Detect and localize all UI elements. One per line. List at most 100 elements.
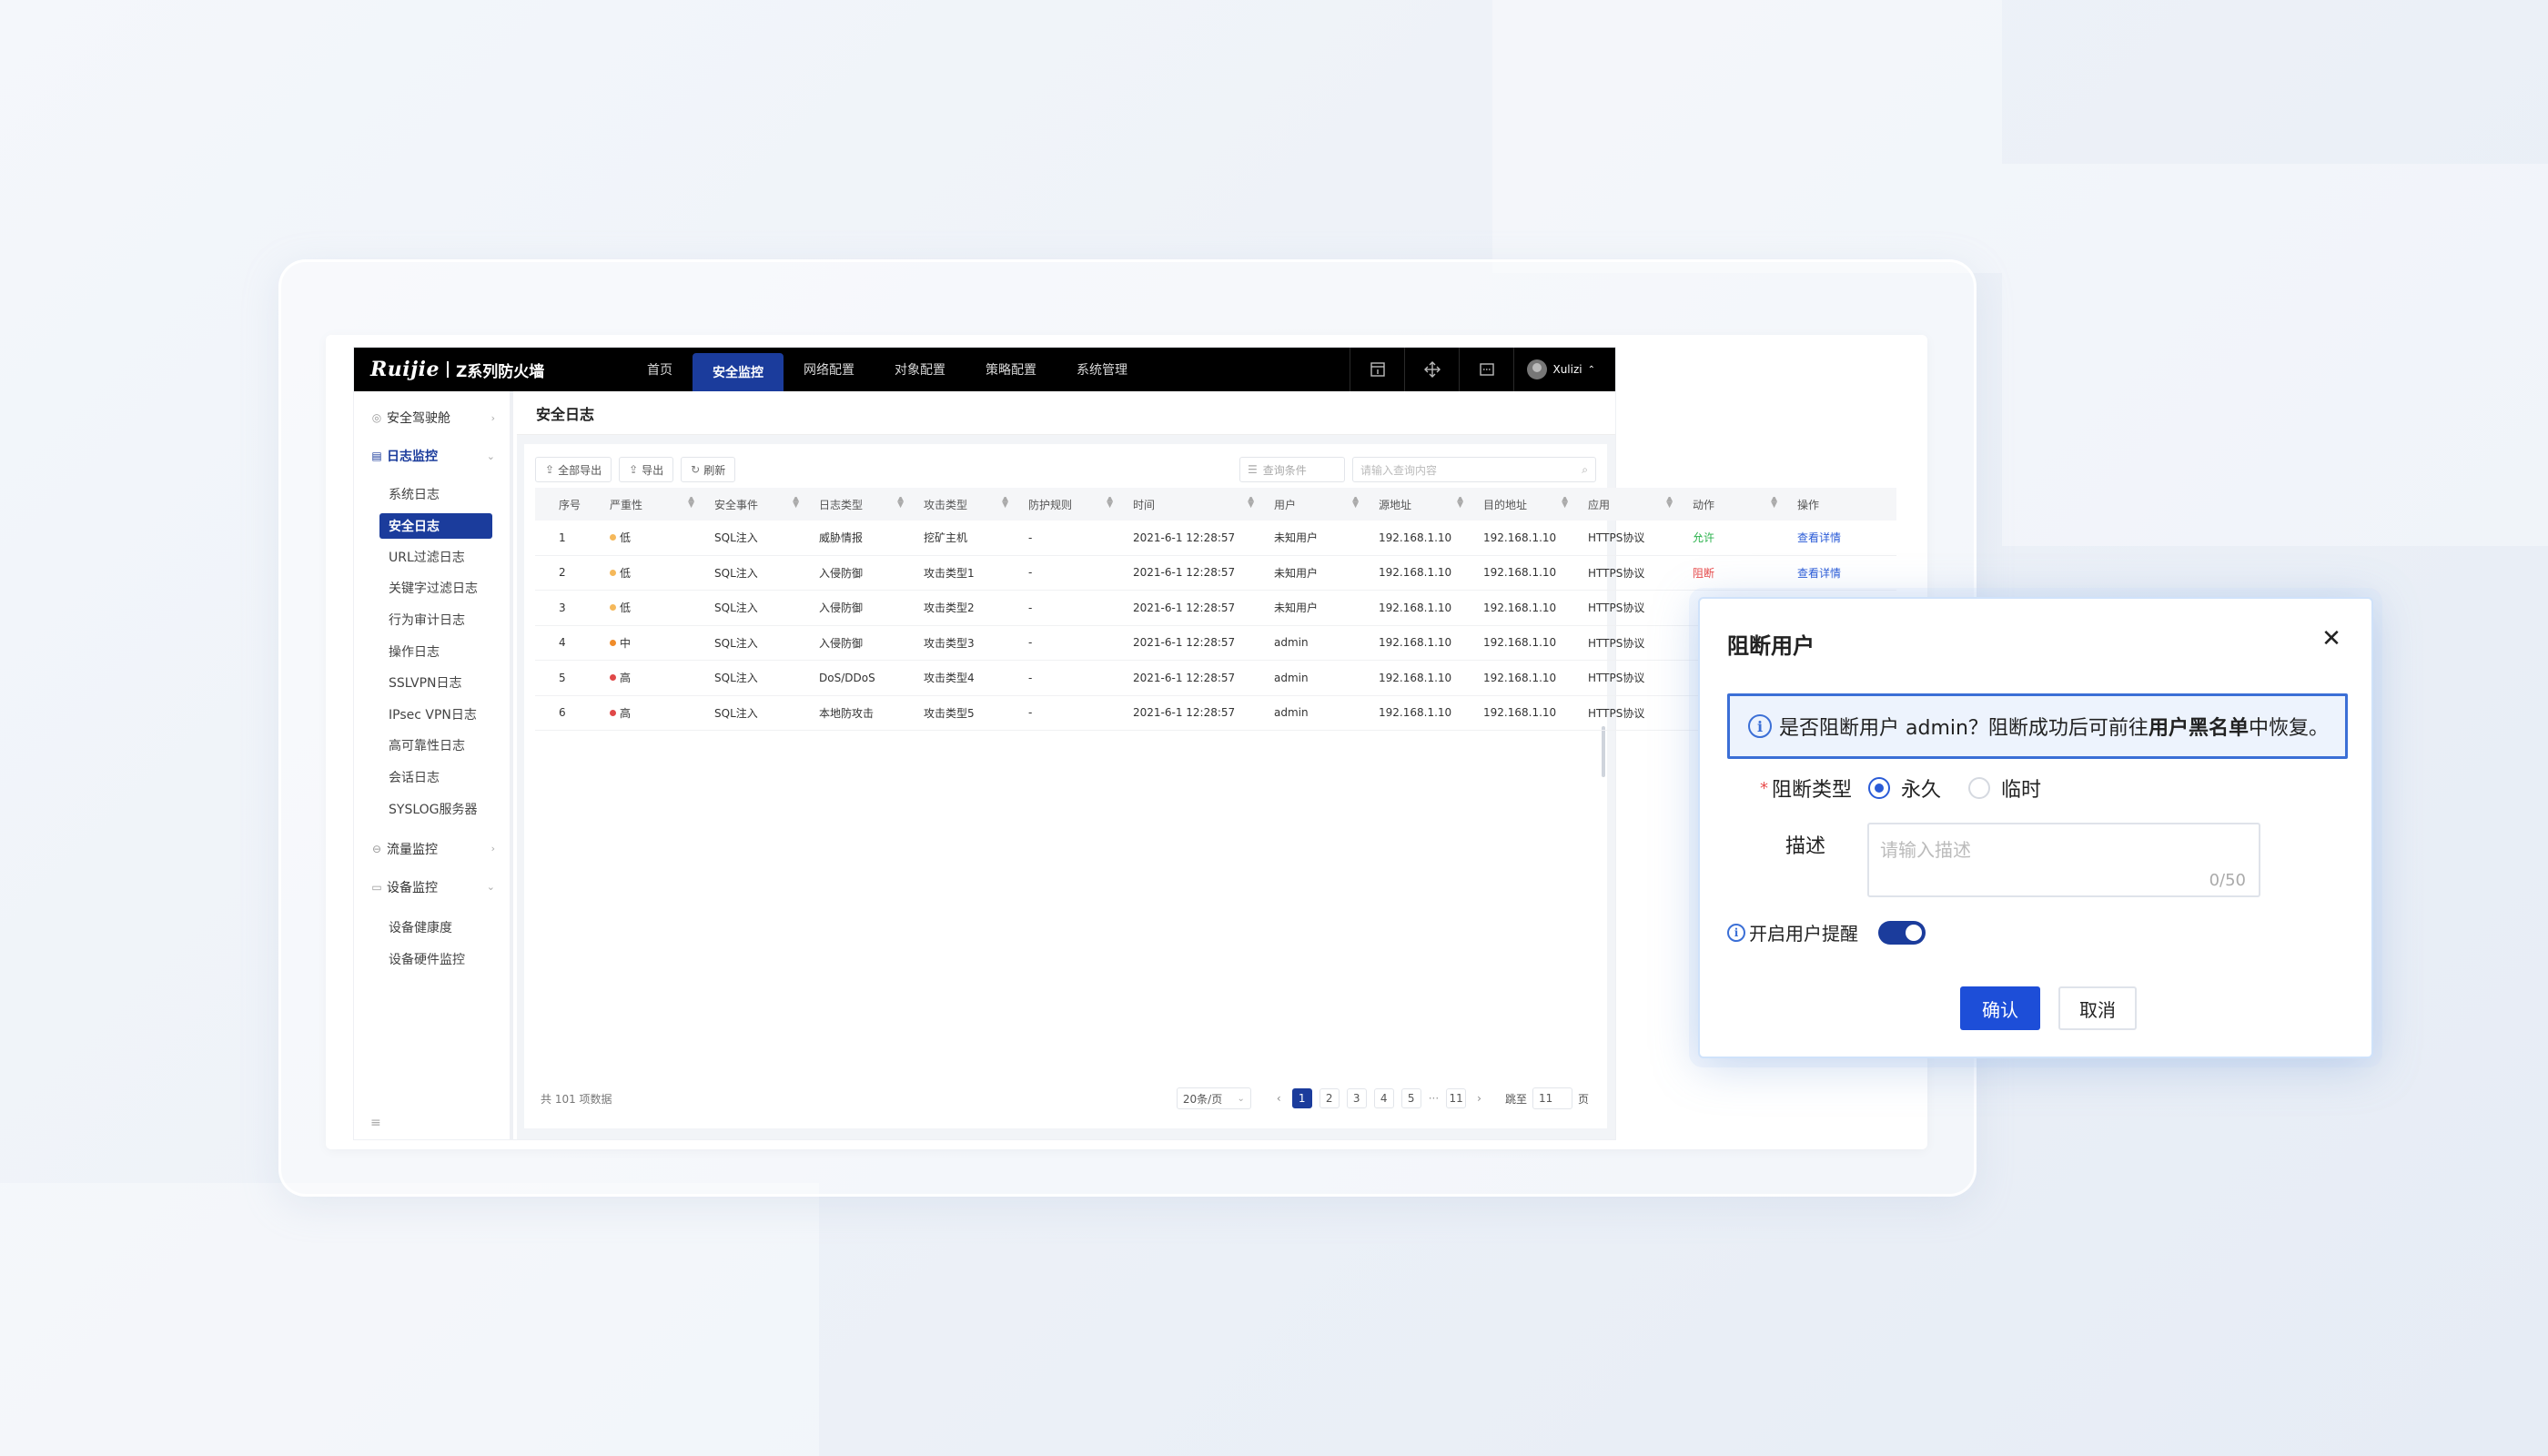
table-cell-app: HTTPS协议 [1588, 672, 1645, 685]
sort-icon[interactable]: ▲ ▼ [1562, 497, 1568, 510]
refresh-button[interactable]: ↻ 刷新 [681, 457, 736, 482]
table-cell-user: 未知用户 [1274, 531, 1319, 545]
export-button[interactable]: ⇪ 导出 [619, 457, 674, 482]
table-cell-dst: 192.168.1.10 [1483, 706, 1557, 720]
search-input[interactable]: 请输入查询内容 ⌕ [1352, 457, 1596, 482]
table-cell-severity: 低 [599, 530, 703, 545]
move-icon[interactable] [1404, 348, 1459, 391]
page-number[interactable]: 2 [1319, 1088, 1340, 1108]
sidebar-item-keyword-filter-log[interactable]: 关键字过滤日志 [379, 572, 492, 604]
nav-item-object-config[interactable]: 对象配置 [875, 348, 966, 391]
jump-input[interactable]: 11 [1532, 1087, 1572, 1109]
confirm-button[interactable]: 确认 [1960, 986, 2040, 1030]
sort-icon[interactable]: ▲ ▼ [1666, 497, 1673, 510]
radio-temporary[interactable]: 临时 [1968, 774, 2041, 803]
sort-icon[interactable]: ▲ ▼ [897, 497, 904, 510]
sidebar-item-system-log[interactable]: 系统日志 [379, 479, 492, 511]
sidebar-item-operation-log[interactable]: 操作日志 [379, 635, 492, 667]
window-icon[interactable] [1350, 348, 1404, 391]
page-size-select[interactable]: 20条/页 ⌄ [1176, 1087, 1251, 1109]
sidebar-item-device-health[interactable]: 设备健康度 [379, 912, 492, 944]
close-icon[interactable]: ✕ [2319, 625, 2344, 652]
table-cell-op[interactable]: 查看详情 [1786, 530, 1886, 545]
sidebar-item-device-hardware[interactable]: 设备硬件监控 [379, 944, 492, 976]
table-cell-app: HTTPS协议 [1588, 531, 1645, 545]
table-row[interactable]: 4 中 SQL注入 入侵防御 攻击类型3 - 2021-6-1 12:28:57 admin 1… [535, 626, 1896, 661]
sidebar-item-url-filter-log[interactable]: URL过滤日志 [379, 541, 492, 573]
page-number[interactable]: 5 [1400, 1088, 1421, 1108]
sort-icon[interactable]: ▲ ▼ [1002, 497, 1008, 510]
page-ellipsis[interactable]: ··· [1429, 1092, 1439, 1105]
page-number[interactable]: 4 [1373, 1088, 1394, 1108]
column-header-label: 安全事件 [714, 498, 759, 511]
page-number[interactable]: 1 [1291, 1088, 1312, 1108]
user-menu[interactable]: Xulizi ⌃ [1513, 348, 1615, 391]
table-cell-src: 192.168.1.10 [1379, 706, 1452, 720]
description-textarea[interactable]: 请输入描述 0/50 [1867, 823, 2260, 897]
severity-dot-icon [610, 674, 616, 682]
next-page-icon[interactable]: › [1477, 1092, 1481, 1105]
scrollbar[interactable] [1602, 726, 1605, 777]
column-header[interactable]: 动作 ▲ ▼ [1682, 497, 1786, 512]
cancel-button[interactable]: 取消 [2058, 986, 2137, 1030]
sidebar-item-session-log[interactable]: 会话日志 [379, 762, 492, 794]
prev-page-icon[interactable]: ‹ [1277, 1092, 1281, 1105]
terminal-icon[interactable] [1459, 348, 1513, 391]
sidebar-item-ipsec-vpn-log[interactable]: IPsec VPN日志 [379, 699, 492, 731]
export-all-button[interactable]: ⇪ 全部导出 [535, 457, 612, 482]
page-number-last[interactable]: 11 [1446, 1088, 1467, 1108]
remind-toggle[interactable] [1878, 920, 1926, 945]
column-header[interactable]: 时间 ▲ ▼ [1122, 497, 1263, 512]
sidebar-item-behavior-audit-log[interactable]: 行为审计日志 [379, 604, 492, 636]
sort-icon[interactable]: ▲ ▼ [688, 497, 694, 510]
sidebar-item-ha-log[interactable]: 高可靠性日志 [379, 730, 492, 762]
sidebar-group-dashboard[interactable]: ◎ 安全驾驶舱 › [354, 399, 510, 437]
nav-item-security-monitor[interactable]: 安全监控 [693, 353, 784, 391]
nav-item-network-config[interactable]: 网络配置 [784, 348, 875, 391]
page-number[interactable]: 3 [1346, 1088, 1367, 1108]
sidebar-item-syslog-server[interactable]: SYSLOG服务器 [379, 793, 492, 824]
chevron-right-icon: › [490, 411, 495, 424]
table-row[interactable]: 1 低 SQL注入 威胁情报 挖矿主机 - 2021-6-1 12:28:57 未知用户 192… [535, 521, 1896, 556]
required-mark: * [1760, 778, 1768, 798]
column-header[interactable]: 应用 ▲ ▼ [1577, 497, 1682, 512]
remind-label: 开启用户提醒 [1749, 923, 1858, 945]
desc-char-count: 0/50 [2209, 871, 2246, 890]
nav-item-home[interactable]: 首页 [627, 348, 693, 391]
table-cell-log-type: 入侵防御 [819, 566, 864, 580]
sidebar-group-log-monitor[interactable]: ▤ 日志监控 ⌄ [354, 437, 510, 475]
filter-select[interactable]: ☰ 查询条件 [1239, 457, 1345, 482]
sort-icon[interactable]: ▲ ▼ [1107, 497, 1113, 510]
sort-icon[interactable]: ▲ ▼ [1352, 497, 1359, 510]
column-header[interactable]: 攻击类型 ▲ ▼ [913, 497, 1017, 512]
jump-label: 跳至 [1504, 1092, 1527, 1106]
column-header[interactable]: 源地址 ▲ ▼ [1368, 497, 1472, 512]
chevron-down-icon: ⌄ [486, 881, 495, 894]
column-header[interactable]: 防护规则 ▲ ▼ [1017, 497, 1122, 512]
nav-item-system-admin[interactable]: 系统管理 [1057, 348, 1148, 391]
table-cell-attack: 攻击类型4 [924, 672, 975, 685]
table-row[interactable]: 2 低 SQL注入 入侵防御 攻击类型1 - 2021-6-1 12:28:57 未知用户 19… [535, 556, 1896, 591]
sort-icon[interactable]: ▲ ▼ [1771, 497, 1777, 510]
sort-icon[interactable]: ▲ ▼ [793, 497, 799, 510]
table-row[interactable]: 6 高 SQL注入 本地防攻击 攻击类型5 - 2021-6-1 12:28:57 admin… [535, 696, 1896, 731]
radio-permanent[interactable]: 永久 [1868, 774, 1941, 803]
nav-item-policy-config[interactable]: 策略配置 [966, 348, 1057, 391]
sidebar-group-traffic-monitor[interactable]: ⊖ 流量监控 › [354, 830, 510, 868]
sort-icon[interactable]: ▲ ▼ [1248, 497, 1254, 510]
column-header[interactable]: 日志类型 ▲ ▼ [808, 497, 913, 512]
sidebar-item-security-log[interactable]: 安全日志 [379, 512, 492, 539]
table-row[interactable]: 5 高 SQL注入 DoS/DDoS 攻击类型4 - 2021-6-1 12:28:57 ad… [535, 661, 1896, 696]
table-row[interactable]: 3 低 SQL注入 入侵防御 攻击类型2 - 2021-6-1 12:28:57 未知用户 19… [535, 591, 1896, 626]
column-header[interactable]: 严重性 ▲ ▼ [599, 497, 703, 512]
sidebar-group-device-monitor[interactable]: ▭ 设备监控 ⌄ [354, 868, 510, 906]
table-cell-rule: - [1028, 671, 1033, 684]
column-header: 序号 [559, 498, 581, 511]
table-cell-op[interactable]: 查看详情 [1786, 565, 1886, 581]
column-header[interactable]: 用户 ▲ ▼ [1263, 497, 1368, 512]
sidebar-item-sslvpn-log[interactable]: SSLVPN日志 [379, 667, 492, 699]
collapse-menu-icon[interactable]: ≡ [370, 1116, 381, 1130]
column-header[interactable]: 目的地址 ▲ ▼ [1472, 497, 1577, 512]
column-header[interactable]: 安全事件 ▲ ▼ [703, 497, 808, 512]
sort-icon[interactable]: ▲ ▼ [1457, 497, 1463, 510]
